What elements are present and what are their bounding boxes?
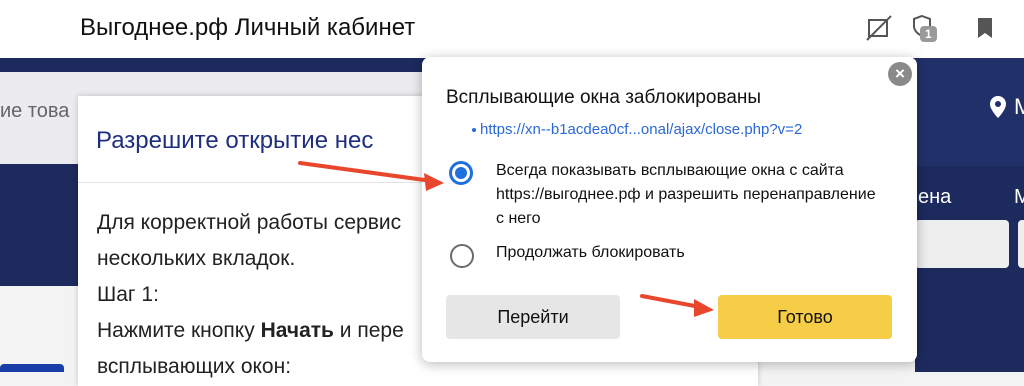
arrow-to-done (640, 294, 714, 317)
arrow-to-radio (298, 161, 444, 191)
annotation-arrows (298, 161, 714, 317)
